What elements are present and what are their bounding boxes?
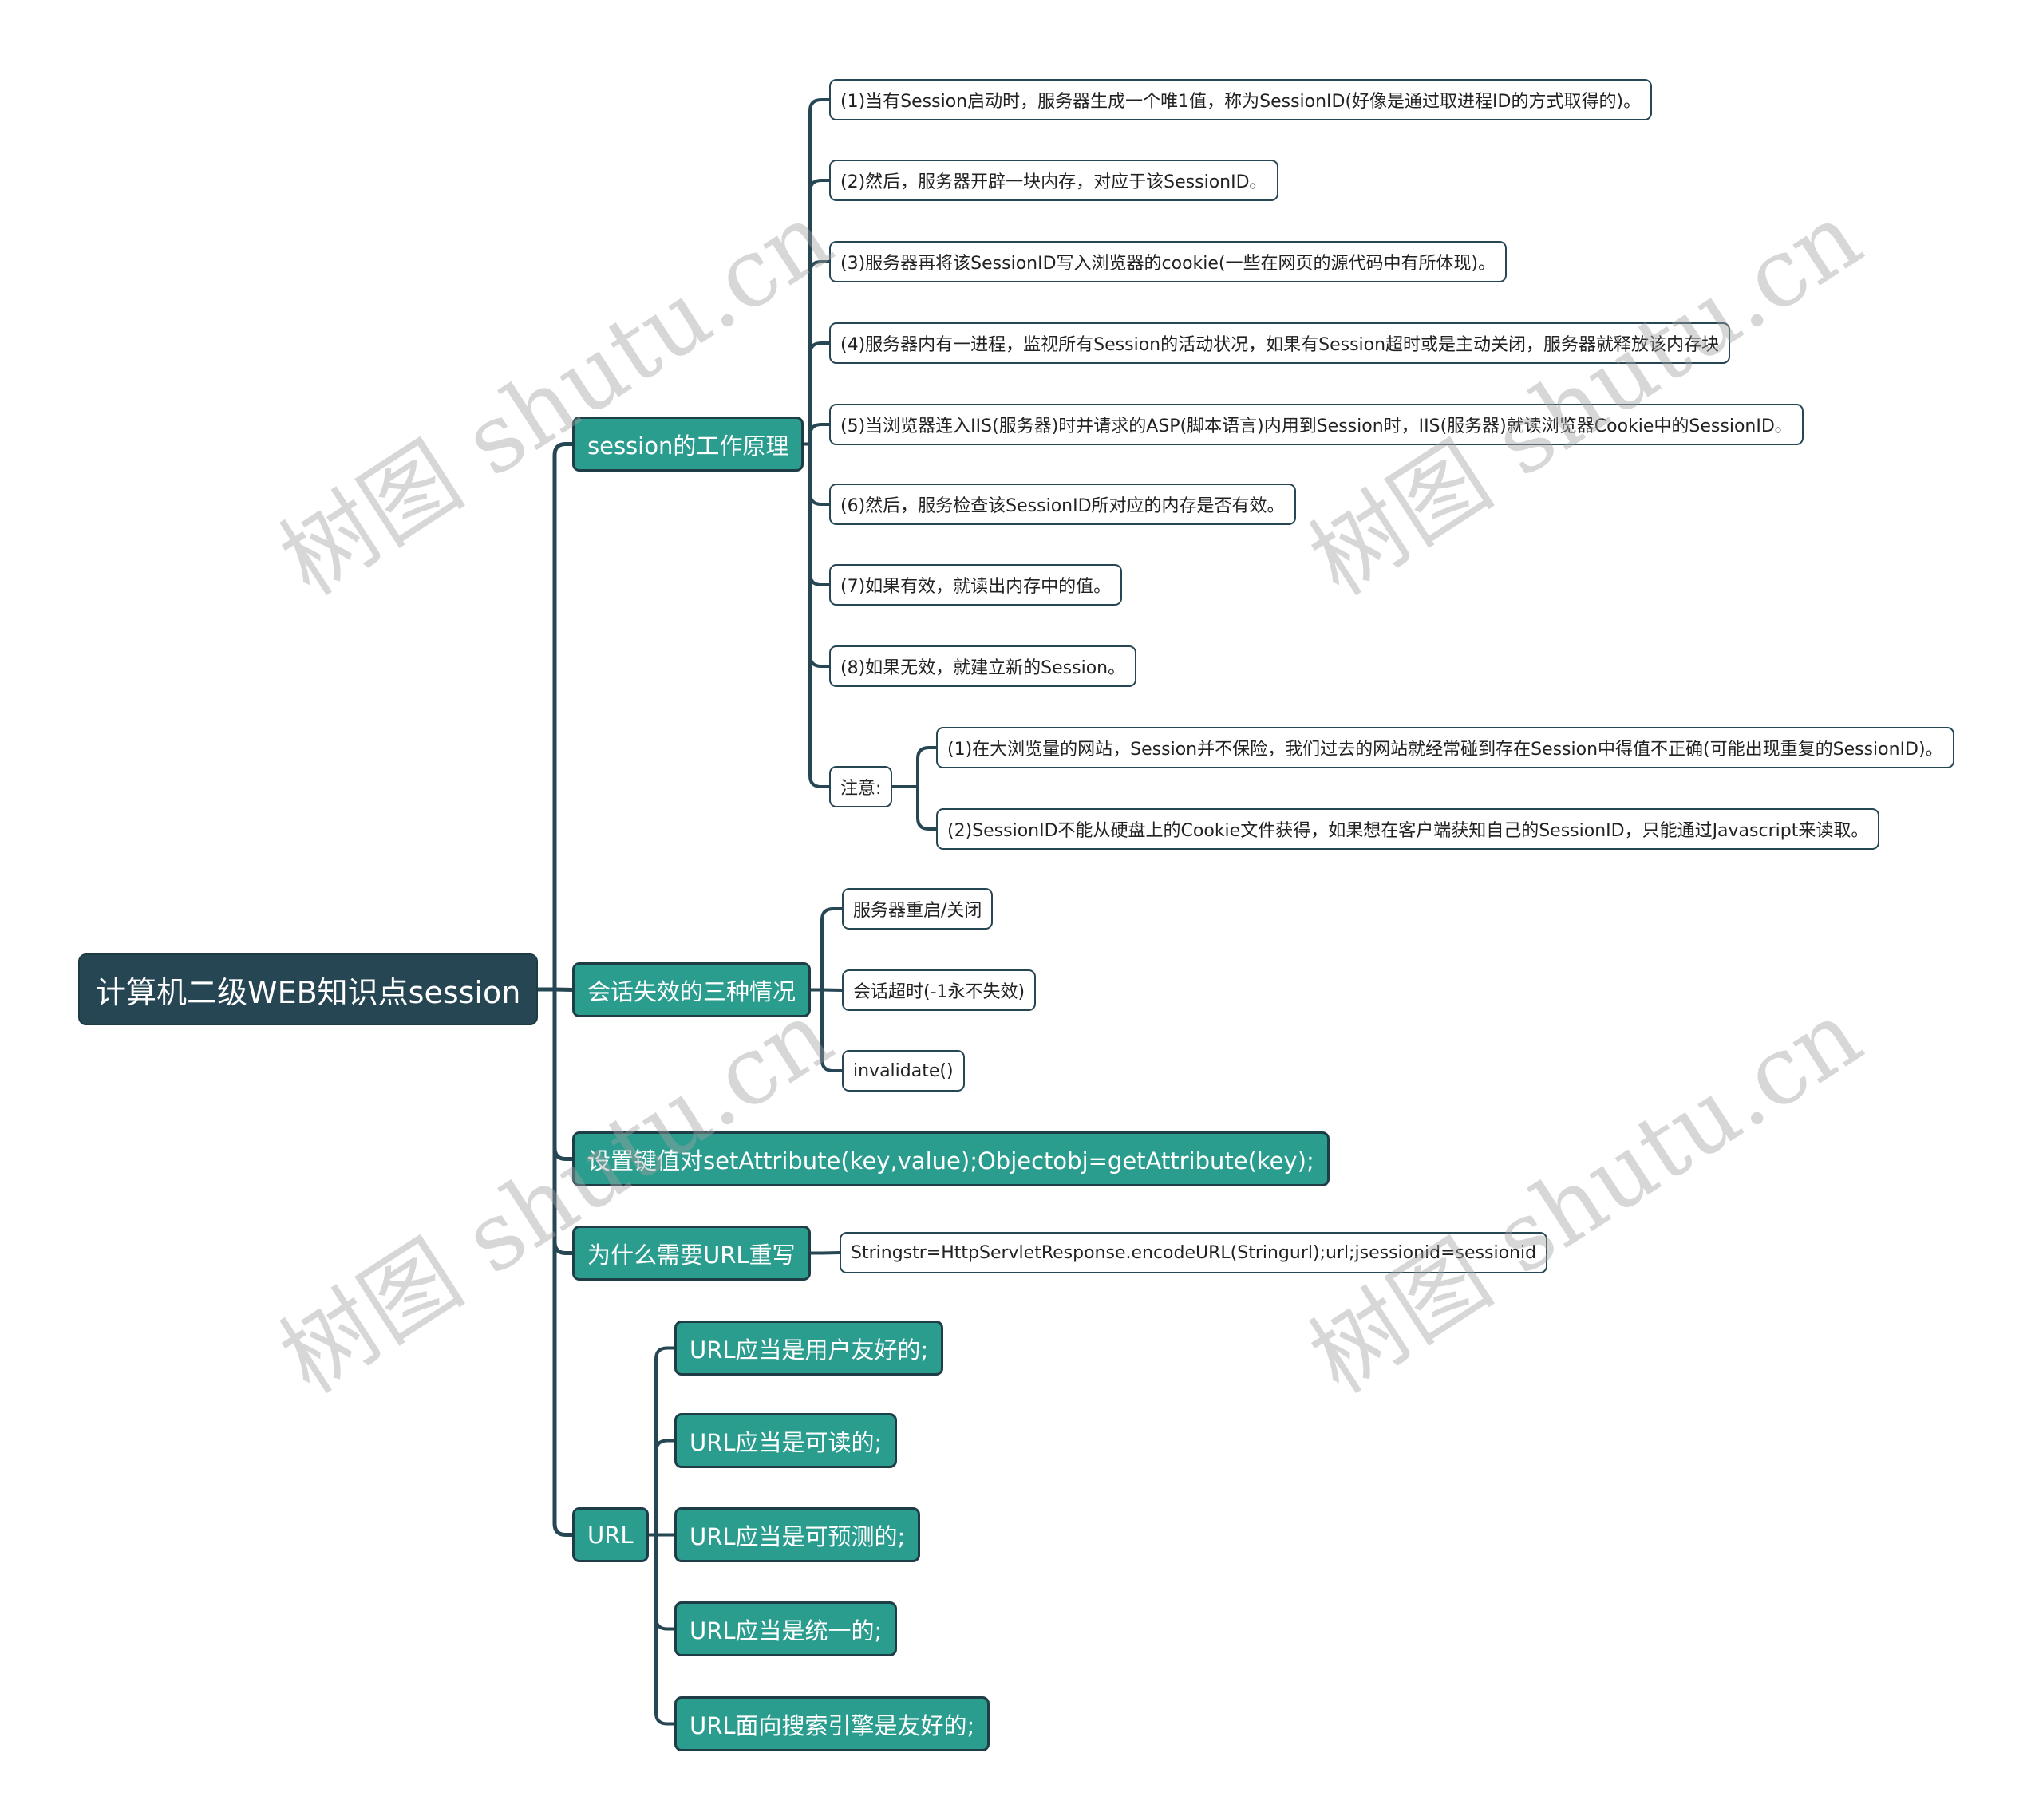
rewrite-item-1[interactable]: Stringstr=HttpServletResponse.encodeURL(… — [840, 1232, 1548, 1273]
principle-step-7[interactable]: (7)如果有效，就读出内存中的值。 — [829, 564, 1123, 606]
topic-label: session的工作原理 — [587, 432, 789, 460]
leaf-label: (3)服务器再将该SessionID写入浏览器的cookie(一些在网页的源代码… — [840, 254, 1496, 274]
topic-key-value[interactable]: 设置键值对setAttribute(key,value);Objectobj=g… — [572, 1131, 1330, 1186]
connector — [808, 444, 829, 586]
principle-step-5[interactable]: (5)当浏览器连入IIS(服务器)时并请求的ASP(脚本语言)内用到Sessio… — [829, 404, 1804, 445]
leaf-label: URL应当是可读的; — [690, 1428, 883, 1456]
connector — [552, 989, 572, 1161]
leaf-label: 注意: — [840, 779, 882, 799]
topic-label: 为什么需要URL重写 — [587, 1241, 796, 1269]
connector — [820, 907, 842, 990]
connector — [554, 987, 573, 992]
connector — [808, 98, 829, 444]
principle-step-4[interactable]: (4)服务器内有一进程，监视所有Session的活动状况，如果有Session超… — [829, 322, 1731, 364]
principle-step-1[interactable]: (1)当有Session启动时，服务器生成一个唯1值，称为SessionID(好… — [829, 79, 1653, 120]
topic-label: 设置键值对setAttribute(key,value);Objectobj=g… — [587, 1147, 1314, 1175]
connector — [552, 989, 572, 1537]
connector — [821, 988, 843, 992]
principle-step-3[interactable]: (3)服务器再将该SessionID写入浏览器的cookie(一些在网页的源代码… — [829, 241, 1508, 282]
invalidation-item-2[interactable]: 会话超时(-1永不失效) — [842, 969, 1037, 1011]
leaf-label: URL应当是可预测的; — [690, 1522, 906, 1550]
connector — [654, 1439, 674, 1535]
leaf-label: Stringstr=HttpServletResponse.encodeURL(… — [851, 1242, 1537, 1263]
topic-label: 会话失效的三种情况 — [587, 977, 796, 1005]
invalidation-item-3[interactable]: invalidate() — [842, 1050, 965, 1092]
leaf-label: (7)如果有效，就读出内存中的值。 — [840, 577, 1112, 597]
connector — [808, 260, 829, 444]
leaf-label: (6)然后，服务检查该SessionID所对应的内存是否有效。 — [840, 496, 1285, 516]
root-topic[interactable]: 计算机二级WEB知识点session — [78, 953, 538, 1025]
topic-session-principle[interactable]: session的工作原理 — [572, 417, 804, 472]
connector — [808, 179, 829, 444]
topic-url-rewrite[interactable]: 为什么需要URL重写 — [572, 1226, 811, 1281]
connector — [808, 444, 829, 788]
connector — [916, 787, 936, 831]
url-item-1[interactable]: URL应当是用户友好的; — [674, 1321, 944, 1376]
leaf-label: (4)服务器内有一进程，监视所有Session的活动状况，如果有Session超… — [840, 335, 1720, 355]
leaf-label: URL应当是统一的; — [690, 1617, 883, 1644]
leaf-label: (5)当浏览器连入IIS(服务器)时并请求的ASP(脚本语言)内用到Sessio… — [840, 417, 1792, 436]
connector — [808, 444, 829, 668]
url-item-2[interactable]: URL应当是可读的; — [674, 1413, 898, 1468]
url-item-3[interactable]: URL应当是可预测的; — [674, 1507, 921, 1562]
topic-url[interactable]: URL — [572, 1507, 649, 1562]
note-item-2[interactable]: (2)SessionID不能从硬盘上的Cookie文件获得，如果想在客户端获知自… — [936, 808, 1880, 850]
connector — [808, 444, 829, 506]
principle-note[interactable]: 注意: — [829, 766, 893, 807]
leaf-label: URL面向搜索引擎是友好的; — [690, 1711, 975, 1739]
leaf-label: 会话超时(-1永不失效) — [853, 982, 1025, 1002]
leaf-label: (8)如果无效，就建立新的Session。 — [840, 658, 1126, 678]
connector — [654, 1534, 674, 1631]
url-item-5[interactable]: URL面向搜索引擎是友好的; — [674, 1696, 990, 1751]
connector — [552, 989, 572, 1255]
note-item-1[interactable]: (1)在大浏览量的网站，Session并不保险，我们过去的网站就经常碰到存在Se… — [936, 727, 1954, 768]
connector — [820, 989, 842, 1072]
leaf-label: URL应当是用户友好的; — [690, 1336, 929, 1364]
leaf-label: 服务器重启/关闭 — [853, 901, 982, 921]
connector — [808, 423, 829, 444]
leaf-label: (1)在大浏览量的网站，Session并不保险，我们过去的网站就经常碰到存在Se… — [947, 740, 1943, 760]
leaf-label: (2)然后，服务器开辟一块内存，对应于该SessionID。 — [840, 172, 1267, 192]
leaf-label: (1)当有Session启动时，服务器生成一个唯1值，称为SessionID(好… — [840, 92, 1642, 112]
principle-step-6[interactable]: (6)然后，服务检查该SessionID所对应的内存是否有效。 — [829, 484, 1296, 525]
topic-session-invalidation[interactable]: 会话失效的三种情况 — [572, 962, 812, 1017]
principle-step-2[interactable]: (2)然后，服务器开辟一块内存，对应于该SessionID。 — [829, 160, 1278, 201]
principle-step-8[interactable]: (8)如果无效，就建立新的Session。 — [829, 645, 1137, 687]
leaf-label: (2)SessionID不能从硬盘上的Cookie文件获得，如果想在客户端获知自… — [947, 821, 1869, 841]
connector — [552, 442, 572, 989]
topic-label: URL — [587, 1521, 634, 1549]
url-item-4[interactable]: URL应当是统一的; — [674, 1601, 898, 1656]
connector — [916, 746, 936, 787]
invalidation-item-1[interactable]: 服务器重启/关闭 — [842, 888, 994, 930]
leaf-label: invalidate() — [853, 1060, 954, 1081]
root-topic-label: 计算机二级WEB知识点session — [96, 974, 521, 1010]
